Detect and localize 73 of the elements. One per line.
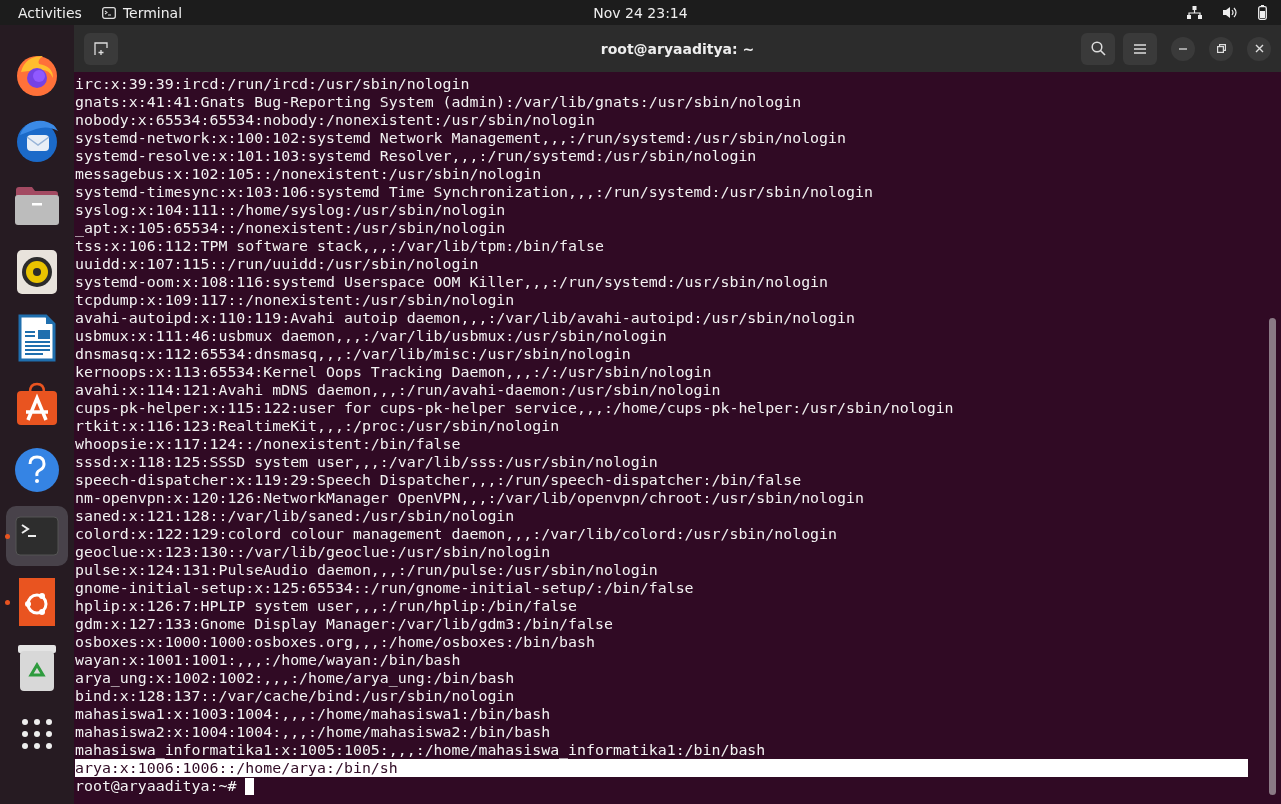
output-line: tss:x:106:112:TPM software stack,,,:/var/lib/tpm:/bin/false <box>75 237 605 255</box>
activities-button[interactable]: Activities <box>18 4 82 21</box>
minimize-button[interactable] <box>1171 36 1195 61</box>
new-tab-button[interactable] <box>84 32 118 65</box>
network-icon[interactable] <box>1187 6 1202 19</box>
shell-prompt: root@aryaaditya:~# <box>75 777 237 795</box>
folder-icon <box>14 186 60 226</box>
output-line: wayan:x:1001:1001:,,,:/home/wayan:/bin/bash <box>75 651 462 669</box>
app-menu[interactable]: Terminal <box>122 4 183 21</box>
output-line: mahasiswa_informatika1:x:1005:1005:,,,:/home/mahasiswa_informatika1:/bin/bash <box>75 741 767 759</box>
speaker-icon <box>17 250 57 294</box>
output-line: dnsmasq:x:112:65534:dnsmasq,,,:/var/lib/misc:/usr/sbin/nologin <box>75 345 632 363</box>
terminal-icon <box>15 516 59 556</box>
output-line: cups-pk-helper:x:115:122:user for cups-pk-helper service,,,:/home/cups-pk-helper:/usr/sbin/nologin <box>75 399 955 417</box>
menu-icon <box>1134 43 1146 54</box>
output-line: mahasiswa1:x:1003:1004:,,,:/home/mahasiswa1:/bin/bash <box>75 705 552 723</box>
output-line: hplip:x:126:7:HPLIP system user,,,:/run/hplip:/bin/false <box>75 597 579 615</box>
battery-icon[interactable] <box>1258 5 1267 20</box>
output-line: colord:x:122:129:colord colour management daemon,,,:/var/lib/colord:/usr/sbin/nologin <box>75 525 839 543</box>
output-line: systemd-oom:x:108:116:systemd Userspace OOM Killer,,,:/run/systemd:/usr/sbin/nologin <box>75 273 830 291</box>
output-line: speech-dispatcher:x:119:29:Speech Dispatcher,,,:/run/speech-dispatcher:/bin/false <box>75 471 803 489</box>
output-line: systemd-resolve:x:101:103:systemd Resolver,,,:/run/systemd:/usr/sbin/nologin <box>75 147 758 165</box>
document-icon <box>18 314 56 362</box>
output-line: arya_ung:x:1002:1002:,,,:/home/arya_ung:/bin/bash <box>75 669 516 687</box>
output-line: rtkit:x:116:123:RealtimeKit,,,:/proc:/usr/sbin/nologin <box>75 417 561 435</box>
output-line: sssd:x:118:125:SSSD system user,,,:/var/lib/sss:/usr/sbin/nologin <box>75 453 659 471</box>
output-line: gnome-initial-setup:x:125:65534::/run/gnome-initial-setup/:/bin/false <box>75 579 695 597</box>
window-title: root@aryaaditya: ~ <box>600 40 755 57</box>
output-line: nm-openvpn:x:120:126:NetworkManager OpenVPN,,,:/var/lib/openvpn/chroot:/usr/sbin/nologin <box>75 489 865 507</box>
minimize-icon <box>1179 47 1187 50</box>
output-line: messagebus:x:102:105::/nonexistent:/usr/sbin/nologin <box>75 165 543 183</box>
circle-of-friends-icon <box>19 578 55 626</box>
close-button[interactable] <box>1247 36 1271 61</box>
output-line: saned:x:121:128::/var/lib/saned:/usr/sbin/nologin <box>75 507 516 525</box>
scrollbar-thumb[interactable] <box>1269 318 1276 795</box>
output-line: usbmux:x:111:46:usbmux daemon,,,:/var/lib/usbmux:/usr/sbin/nologin <box>75 327 668 345</box>
output-line: kernoops:x:113:65534:Kernel Oops Tracking Daemon,,,:/:/usr/sbin/nologin <box>75 363 713 381</box>
output-line: irc:x:39:39:ircd:/run/ircd:/usr/sbin/nologin <box>75 75 471 93</box>
terminal-icon <box>101 6 116 19</box>
output-line: nobody:x:65534:65534:nobody:/nonexistent:/usr/sbin/nologin <box>75 111 596 129</box>
running-indicator <box>5 534 10 539</box>
restore-icon <box>1216 44 1226 53</box>
output-line: avahi:x:114:121:Avahi mDNS daemon,,,:/run/avahi-daemon:/usr/sbin/nologin <box>75 381 722 399</box>
volume-icon[interactable] <box>1222 6 1238 19</box>
app-grid-icon <box>22 719 52 749</box>
clock[interactable]: Nov 24 23:14 <box>593 4 688 21</box>
output-line: _apt:x:105:65534::/nonexistent:/usr/sbin/nologin <box>75 219 507 237</box>
output-line: uuidd:x:107:115::/run/uuidd:/usr/sbin/nologin <box>75 255 480 273</box>
shopping-bag-icon <box>15 382 59 426</box>
search-icon <box>1090 41 1106 56</box>
close-icon <box>1254 44 1264 53</box>
output-line: tcpdump:x:109:117::/nonexistent:/usr/sbin/nologin <box>75 291 516 309</box>
output-line: geoclue:x:123:130::/var/lib/geoclue:/usr/sbin/nologin <box>75 543 552 561</box>
output-line: osboxes:x:1000:1000:osboxes.org,,,:/home/osboxes:/bin/bash <box>75 633 596 651</box>
search-button[interactable] <box>1081 32 1115 65</box>
output-line: syslog:x:104:111::/home/syslog:/usr/sbin/nologin <box>75 201 507 219</box>
menu-button[interactable] <box>1123 32 1157 65</box>
help-icon <box>14 447 60 493</box>
terminal-output[interactable] <box>74 72 1281 804</box>
trash-icon <box>18 645 56 691</box>
output-line: mahasiswa2:x:1004:1004:,,,:/home/mahasiswa2:/bin/bash <box>75 723 552 741</box>
running-indicator <box>5 600 10 605</box>
output-line: gdm:x:127:133:Gnome Display Manager:/var/lib/gdm3:/bin/false <box>75 615 614 633</box>
new-tab-icon <box>94 41 108 56</box>
output-line: whoopsie:x:117:124::/nonexistent:/bin/false <box>75 435 462 453</box>
output-line: pulse:x:124:131:PulseAudio daemon,,,:/run/pulse:/usr/sbin/nologin <box>75 561 659 579</box>
output-line: bind:x:128:137::/var/cache/bind:/usr/sbin/nologin <box>75 687 516 705</box>
text-cursor <box>245 777 255 795</box>
output-line: systemd-timesync:x:103:106:systemd Time Synchronization,,,:/run/systemd:/usr/sbin/nologin <box>75 183 874 201</box>
restore-button[interactable] <box>1209 36 1233 61</box>
output-line: avahi-autoipd:x:110:119:Avahi autoip daemon,,,:/var/lib/avahi-autoipd:/usr/sbin/nologin <box>75 309 856 327</box>
output-line: systemd-network:x:100:102:systemd Network Management,,,:/run/systemd:/usr/sbin/nologin <box>75 129 847 147</box>
output-line: gnats:x:41:41:Gnats Bug-Reporting System (admin):/var/lib/gnats:/usr/sbin/nologin <box>75 93 803 111</box>
